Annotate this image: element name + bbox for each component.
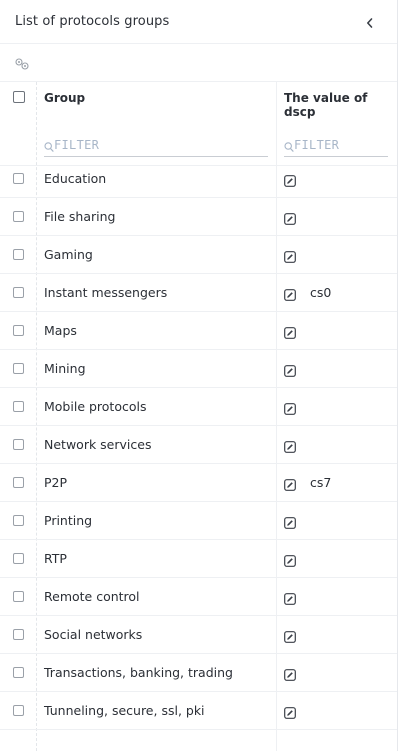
filter-placeholder: FILTER bbox=[54, 138, 100, 152]
group-name: Gaming bbox=[44, 247, 93, 262]
group-filter-input[interactable]: FILTER bbox=[44, 135, 268, 157]
chevron-left-icon[interactable] bbox=[363, 16, 377, 30]
group-name: P2P bbox=[44, 475, 68, 490]
group-name: Printing bbox=[44, 513, 93, 528]
row-checkbox[interactable] bbox=[13, 477, 24, 488]
edit-icon[interactable] bbox=[284, 324, 296, 339]
group-name: Education bbox=[44, 171, 107, 186]
group-name: Network services bbox=[44, 437, 152, 452]
table-row[interactable]: Mobile protocols bbox=[0, 388, 397, 426]
toolbar bbox=[0, 44, 397, 82]
row-checkbox[interactable] bbox=[13, 211, 24, 222]
row-checkbox[interactable] bbox=[13, 629, 24, 640]
row-checkbox[interactable] bbox=[13, 553, 24, 564]
table-row[interactable]: Tunneling, secure, ssl, pki bbox=[0, 692, 397, 730]
group-name: RTP bbox=[44, 551, 67, 566]
panel-header: List of protocols groups bbox=[0, 0, 397, 44]
group-name: File sharing bbox=[44, 209, 116, 224]
row-checkbox[interactable] bbox=[13, 363, 24, 374]
row-checkbox[interactable] bbox=[13, 667, 24, 678]
group-name: Maps bbox=[44, 323, 77, 338]
dscp-value: cs7 bbox=[310, 475, 332, 490]
table-row[interactable]: Network services bbox=[0, 426, 397, 464]
magnifier-icon bbox=[44, 138, 54, 157]
panel-right-border bbox=[397, 0, 398, 751]
edit-icon[interactable] bbox=[284, 704, 296, 719]
row-checkbox[interactable] bbox=[13, 591, 24, 602]
group-name: Instant messengers bbox=[44, 285, 168, 300]
edit-icon[interactable] bbox=[284, 286, 296, 301]
row-checkbox[interactable] bbox=[13, 515, 24, 526]
edit-icon[interactable] bbox=[284, 666, 296, 681]
table-row[interactable]: RTP bbox=[0, 540, 397, 578]
edit-icon[interactable] bbox=[284, 400, 296, 415]
column-header-group[interactable]: Group bbox=[44, 91, 85, 105]
edit-icon[interactable] bbox=[284, 248, 296, 263]
table-row[interactable]: Maps bbox=[0, 312, 397, 350]
row-checkbox[interactable] bbox=[13, 439, 24, 450]
row-checkbox[interactable] bbox=[13, 173, 24, 184]
table-row[interactable]: Education bbox=[0, 160, 397, 198]
row-checkbox[interactable] bbox=[13, 287, 24, 298]
edit-icon[interactable] bbox=[284, 590, 296, 605]
edit-icon[interactable] bbox=[284, 628, 296, 643]
table-row[interactable]: Instant messengers cs0 bbox=[0, 274, 397, 312]
group-name: Transactions, banking, trading bbox=[44, 665, 233, 680]
edit-icon[interactable] bbox=[284, 438, 296, 453]
gears-icon[interactable] bbox=[14, 56, 34, 70]
row-checkbox[interactable] bbox=[13, 705, 24, 716]
table-row[interactable]: Social networks bbox=[0, 616, 397, 654]
edit-icon[interactable] bbox=[284, 210, 296, 225]
group-name: Social networks bbox=[44, 627, 143, 642]
dscp-value: cs0 bbox=[310, 285, 332, 300]
edit-icon[interactable] bbox=[284, 552, 296, 567]
row-checkbox[interactable] bbox=[13, 249, 24, 260]
table-row[interactable]: Mining bbox=[0, 350, 397, 388]
row-checkbox[interactable] bbox=[13, 325, 24, 336]
group-name: Tunneling, secure, ssl, pki bbox=[44, 703, 205, 718]
table-row[interactable]: Remote control bbox=[0, 578, 397, 616]
column-header-dscp[interactable]: The value of dscp bbox=[284, 91, 384, 119]
group-name: Remote control bbox=[44, 589, 140, 604]
protocol-groups-panel: List of protocols groups Group The value… bbox=[0, 0, 400, 751]
edit-icon[interactable] bbox=[284, 362, 296, 377]
edit-icon[interactable] bbox=[284, 172, 296, 187]
group-name: Mobile protocols bbox=[44, 399, 147, 414]
table-row[interactable]: Printing bbox=[0, 502, 397, 540]
group-name: Mining bbox=[44, 361, 86, 376]
table-row[interactable]: Gaming bbox=[0, 236, 397, 274]
filter-placeholder: FILTER bbox=[294, 138, 340, 152]
magnifier-icon bbox=[284, 138, 294, 157]
table-row[interactable]: Transactions, banking, trading bbox=[0, 654, 397, 692]
dscp-filter-input[interactable]: FILTER bbox=[284, 135, 388, 157]
panel-title: List of protocols groups bbox=[15, 14, 170, 29]
table-row[interactable]: File sharing bbox=[0, 198, 397, 236]
edit-icon[interactable] bbox=[284, 514, 296, 529]
select-all-checkbox[interactable] bbox=[13, 91, 25, 103]
table-row[interactable]: P2P cs7 bbox=[0, 464, 397, 502]
row-checkbox[interactable] bbox=[13, 401, 24, 412]
edit-icon[interactable] bbox=[284, 476, 296, 491]
